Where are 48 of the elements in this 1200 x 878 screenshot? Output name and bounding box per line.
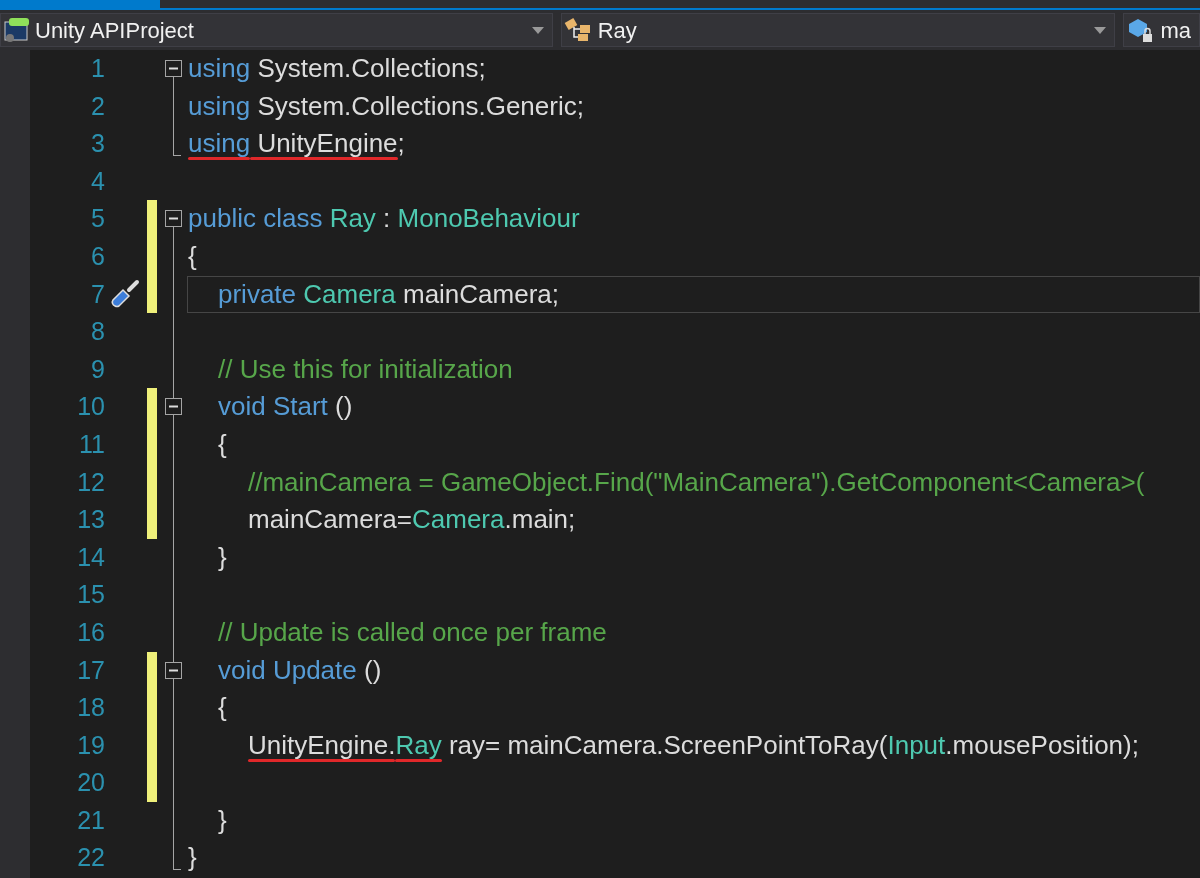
code-line: void Start () (218, 390, 353, 424)
collapse-icon[interactable] (165, 60, 182, 77)
code-line: { (218, 691, 227, 725)
line-number: 21 (76, 804, 105, 836)
line-number: 17 (76, 654, 105, 686)
project-dropdown[interactable]: Unity APIProject (0, 13, 553, 47)
code-line: } (218, 803, 227, 837)
line-number: 22 (76, 842, 105, 874)
line-number: 4 (90, 165, 105, 197)
code-line: } (218, 540, 227, 574)
member-dropdown[interactable]: ma (1123, 13, 1200, 47)
code-line: public class Ray : MonoBehaviour (188, 202, 580, 236)
line-number: 10 (76, 391, 105, 423)
line-number: 1 (90, 53, 105, 84)
line-number: 14 (76, 541, 105, 573)
code-line: } (188, 841, 197, 875)
code-line: mainCamera=Camera.main; (248, 503, 576, 537)
line-number: 6 (90, 240, 105, 272)
collapse-icon[interactable] (165, 210, 182, 228)
line-number: 16 (76, 616, 105, 648)
line-number: 15 (76, 579, 105, 611)
class-dropdown[interactable]: Ray (560, 13, 1116, 47)
line-number: 3 (90, 128, 105, 160)
line-number: 9 (90, 353, 105, 385)
line-number: 5 (90, 203, 105, 235)
line-number: 8 (90, 316, 105, 348)
code-line: void Update () (218, 653, 382, 687)
code-line: { (218, 427, 227, 461)
code-line: // Update is called once per frame (218, 615, 607, 649)
code-line: { (188, 239, 197, 273)
collapse-icon[interactable] (165, 661, 182, 679)
line-number: 13 (76, 504, 105, 536)
code-line: using UnityEngine; (188, 127, 405, 162)
line-number: 12 (76, 466, 105, 498)
code-line: // Use this for initialization (218, 352, 513, 386)
line-number: 20 (76, 767, 105, 799)
code-line: private Camera mainCamera; (218, 277, 560, 311)
code-line: using System.Collections; (188, 52, 486, 85)
code-line: using System.Collections.Generic; (188, 89, 584, 123)
collapse-icon[interactable] (165, 398, 182, 416)
line-number: 19 (76, 729, 105, 761)
line-number: 11 (78, 428, 105, 460)
line-number: 2 (90, 90, 105, 122)
project-icon (3, 16, 31, 44)
code-line: //mainCamera = GameObject.Find("MainCamera").GetComponent<Camera>( (248, 465, 1145, 499)
line-number: 7 (90, 278, 105, 310)
line-number: 18 (76, 692, 105, 724)
code-line: UnityEngine.Ray ray= mainCamera.ScreenPointToRay(Input.mousePosition); (248, 728, 1139, 764)
